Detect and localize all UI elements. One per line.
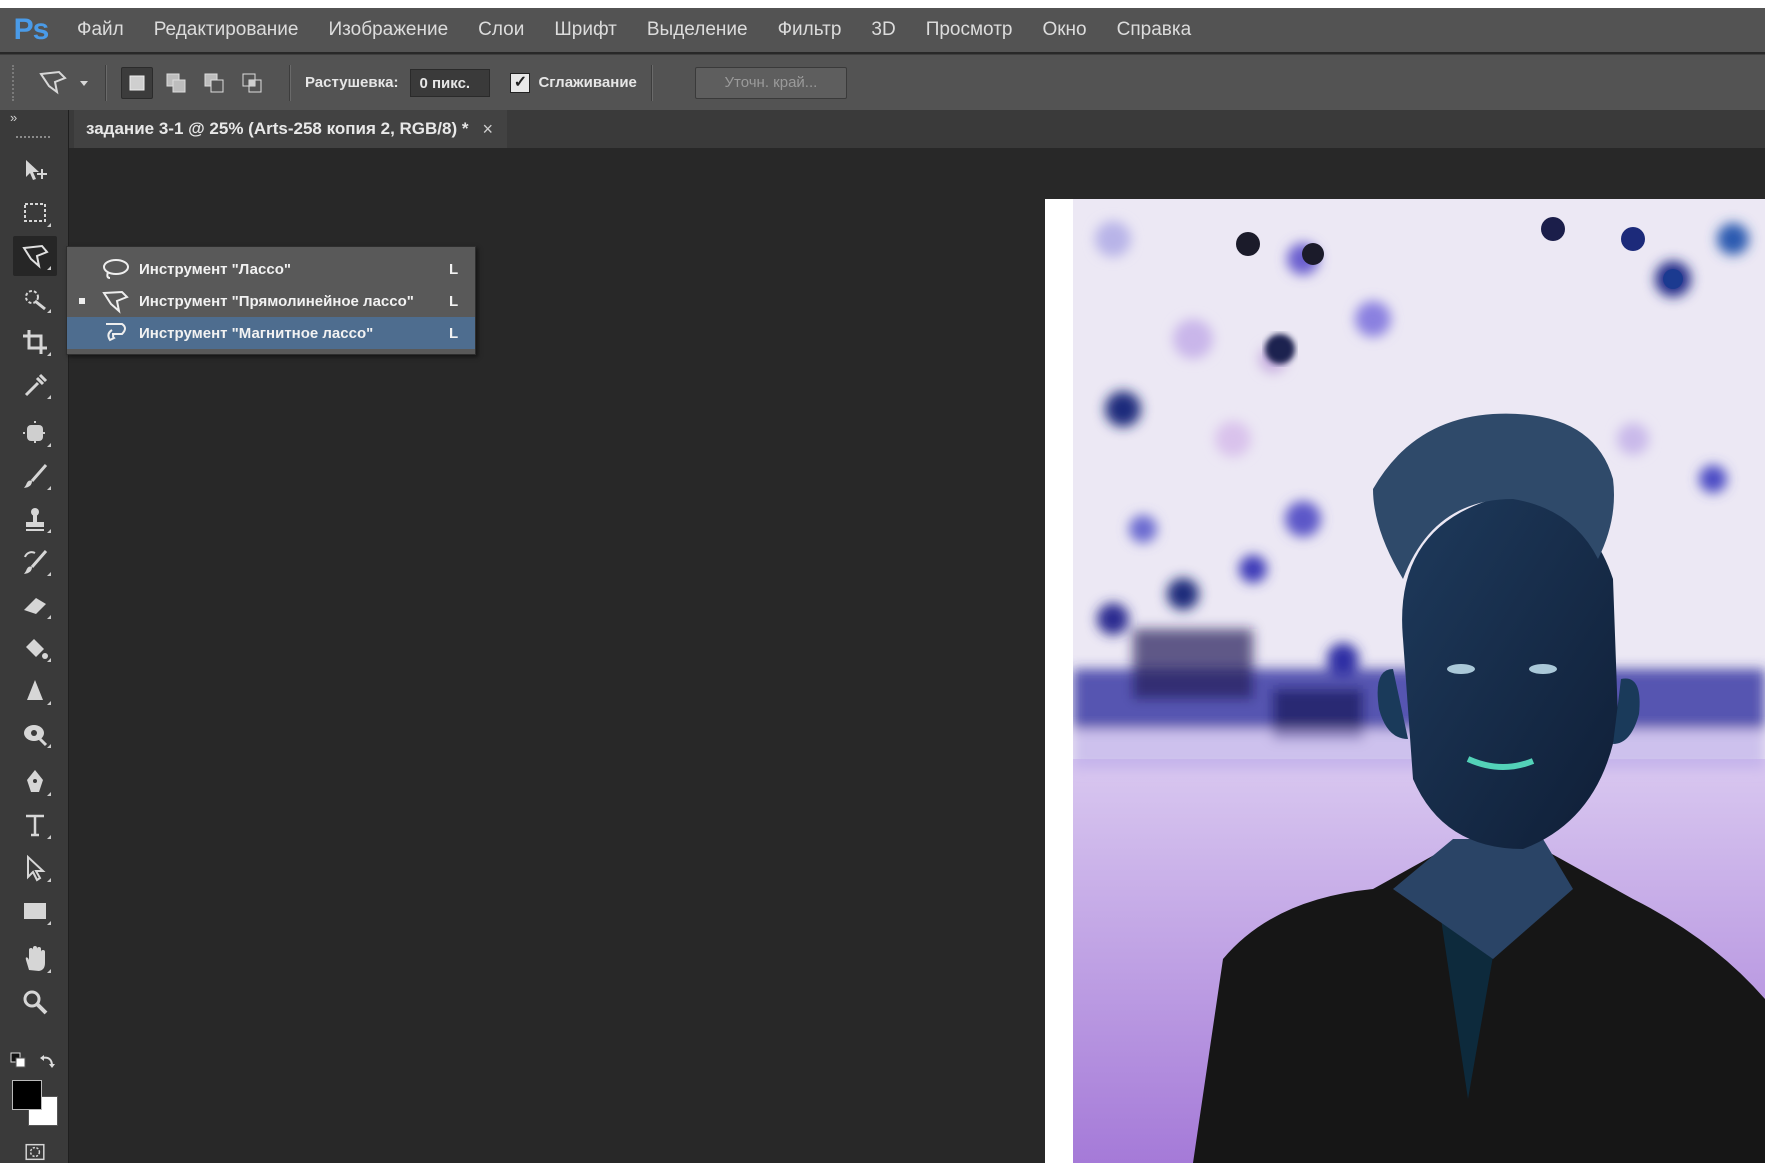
menu-file[interactable]: Файл: [62, 8, 139, 52]
chevron-down-icon: [80, 80, 88, 86]
tool-preset-picker[interactable]: [37, 68, 91, 98]
add-to-selection-button[interactable]: [161, 68, 191, 98]
brush-tool-icon[interactable]: [13, 456, 57, 496]
options-separator: [289, 64, 291, 101]
flyout-item-magnetic-lasso[interactable]: Инструмент "Магнитное лассо" L: [67, 317, 475, 349]
options-separator: [105, 64, 107, 101]
quick-selection-tool-icon[interactable]: [13, 279, 57, 319]
inverted-portrait-photo: [1073, 199, 1765, 1163]
flyout-item-polygonal-lasso[interactable]: Инструмент "Прямолинейное лассо" L: [67, 285, 475, 317]
default-colors-icon[interactable]: [10, 1052, 30, 1072]
refine-edge-button[interactable]: Уточн. край...: [694, 66, 847, 99]
options-grip[interactable]: [12, 64, 17, 101]
close-icon[interactable]: ×: [482, 119, 493, 140]
zoom-tool-icon[interactable]: [13, 982, 57, 1022]
polygonal-lasso-tool-icon[interactable]: [13, 236, 57, 276]
lasso-icon: [99, 255, 131, 283]
menu-image[interactable]: Изображение: [313, 8, 463, 52]
marquee-tool-icon[interactable]: [13, 193, 57, 233]
menu-view[interactable]: Просмотр: [911, 8, 1028, 52]
move-tool-icon[interactable]: [13, 150, 57, 190]
feather-label: Растушевка:: [305, 74, 399, 91]
lasso-tools-flyout: Инструмент "Лассо" L Инструмент "Прямоли…: [66, 246, 476, 355]
color-swatches: [10, 1080, 62, 1140]
options-separator: [650, 64, 653, 101]
options-bar: Растушевка: 0 пикс. ✓ Сглаживание Уточн.…: [0, 54, 1765, 110]
menu-3d[interactable]: 3D: [856, 8, 910, 52]
menu-layers[interactable]: Слои: [463, 8, 539, 52]
quick-mask-icon[interactable]: [13, 1138, 57, 1163]
feather-input[interactable]: 0 пикс.: [410, 68, 491, 97]
blur-tool-icon[interactable]: [13, 671, 57, 711]
eyedropper-tool-icon[interactable]: [13, 365, 57, 405]
flyout-item-shortcut: L: [449, 260, 459, 278]
dodge-tool-icon[interactable]: [13, 714, 57, 754]
current-tool-bullet: [79, 298, 85, 304]
polygonal-lasso-icon: [39, 70, 67, 94]
document-tab-row: задание 3-1 @ 25% (Arts-258 копия 2, RGB…: [0, 110, 1765, 148]
photoshop-logo: Ps: [13, 13, 50, 46]
path-selection-tool-icon[interactable]: [13, 848, 57, 888]
foreground-color-swatch[interactable]: [12, 1080, 42, 1110]
document-canvas[interactable]: [1045, 199, 1765, 1163]
subtract-selection-icon: [204, 73, 224, 92]
menu-help[interactable]: Справка: [1102, 8, 1207, 52]
menu-bar: Ps Файл Редактирование Изображение Слои …: [0, 8, 1765, 52]
new-selection-button[interactable]: [121, 66, 153, 99]
swap-colors-icon[interactable]: [38, 1052, 58, 1072]
document-tab[interactable]: задание 3-1 @ 25% (Arts-258 копия 2, RGB…: [74, 110, 507, 148]
type-tool-icon[interactable]: [13, 805, 57, 845]
menu-window[interactable]: Окно: [1027, 8, 1101, 52]
document-tab-title: задание 3-1 @ 25% (Arts-258 копия 2, RGB…: [86, 119, 469, 138]
polygonal-lasso-icon: [99, 287, 131, 315]
flyout-item-label: Инструмент "Магнитное лассо": [139, 324, 374, 342]
hand-tool-icon[interactable]: [13, 939, 57, 979]
add-selection-icon: [166, 73, 186, 92]
menu-select[interactable]: Выделение: [632, 8, 763, 52]
tools-panel: »: [0, 110, 69, 1163]
history-brush-tool-icon[interactable]: [13, 542, 57, 582]
crop-tool-icon[interactable]: [13, 322, 57, 362]
menu-type[interactable]: Шрифт: [539, 8, 632, 52]
subtract-from-selection-button[interactable]: [199, 68, 229, 98]
antialias-checkbox[interactable]: ✓: [510, 72, 531, 93]
eraser-tool-icon[interactable]: [13, 585, 57, 625]
menu-edit[interactable]: Редактирование: [139, 8, 314, 52]
flyout-item-label: Инструмент "Прямолинейное лассо": [139, 292, 414, 310]
menu-filter[interactable]: Фильтр: [763, 8, 857, 52]
photo-image: [1073, 199, 1765, 1163]
flyout-item-label: Инструмент "Лассо": [139, 260, 291, 278]
collapse-panel-icon[interactable]: »: [10, 110, 17, 125]
color-controls: [10, 1052, 60, 1074]
photoshop-window: Ps Файл Редактирование Изображение Слои …: [0, 8, 1765, 1163]
flyout-item-shortcut: L: [449, 292, 459, 310]
pen-tool-icon[interactable]: [13, 762, 57, 802]
flyout-item-shortcut: L: [449, 324, 459, 342]
intersect-selection-icon: [242, 73, 262, 92]
spot-healing-tool-icon[interactable]: [13, 413, 57, 453]
antialias-label: Сглаживание: [538, 74, 637, 91]
intersect-selection-button[interactable]: [237, 68, 267, 98]
magnetic-lasso-icon: [99, 319, 131, 347]
flyout-item-lasso[interactable]: Инструмент "Лассо" L: [67, 253, 475, 285]
new-selection-icon: [129, 75, 145, 90]
clone-stamp-tool-icon[interactable]: [13, 499, 57, 539]
rectangle-tool-icon[interactable]: [13, 891, 57, 931]
paint-bucket-tool-icon[interactable]: [13, 628, 57, 668]
tools-panel-grip[interactable]: [16, 136, 50, 140]
